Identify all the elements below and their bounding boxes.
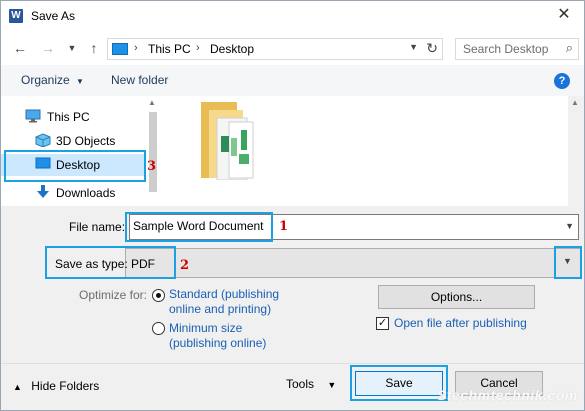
file-list [161,96,568,206]
file-name-label: File name: [69,220,126,234]
options-button[interactable]: Options... [378,285,535,309]
desktop-highlight-box [4,150,146,182]
breadcrumb-separator-icon[interactable]: › [196,42,200,54]
sidebar-item-downloads[interactable]: Downloads [1,182,146,204]
address-dropdown-icon[interactable]: ▼ [409,42,418,52]
recent-locations-chevron-icon[interactable]: ▼ [63,39,81,57]
organize-label: Organize [21,73,70,87]
tools-label: Tools [286,377,315,391]
optimize-for-label: Optimize for: [79,288,148,302]
sidebar-item-label: Downloads [56,186,116,200]
word-app-icon: W [9,9,23,23]
back-arrow-icon[interactable]: ← [11,39,29,57]
footer-divider [1,363,584,364]
collapse-chevron-icon: ▲ [13,382,22,392]
minimum-size-radio[interactable] [152,322,165,335]
file-list-scrollbar[interactable]: ▲ [568,96,584,206]
step-1-marker: 1 [279,219,289,234]
search-input[interactable]: Search Desktop ⌕ [455,38,579,60]
scroll-thumb[interactable] [149,112,157,192]
save-as-type-value[interactable]: PDF [131,257,155,271]
step-3-marker: 3 [147,159,157,174]
sidebar-item-label: 3D Objects [56,134,116,148]
save-type-dropdown-icon[interactable]: ▼ [563,256,572,266]
watermark-text: Stechmtechnik.com [437,387,578,403]
folder-icon[interactable] [199,100,255,180]
search-icon: ⌕ [565,40,573,55]
scroll-up-icon[interactable]: ▲ [148,98,156,107]
scroll-up-icon[interactable]: ▲ [571,98,579,107]
organize-button[interactable]: Organize ▼ [21,73,84,87]
download-arrow-icon [37,185,49,198]
minimum-line-2: (publishing online) [169,336,267,350]
standard-line-1: Standard (publishing [169,287,280,301]
open-after-publishing-label[interactable]: Open file after publishing [394,316,527,331]
address-bar[interactable]: › This PC › Desktop ▼ ↻ [107,38,443,60]
save-as-dialog: W Save As ✕ ← → ▼ ↑ › This PC › Desktop … [0,0,585,411]
file-name-dropdown-icon[interactable]: ▼ [565,221,574,231]
command-bar: Organize ▼ New folder ? [1,65,584,96]
title-bar: W Save As ✕ [1,1,584,31]
breadcrumb-separator-icon[interactable]: › [134,42,138,54]
navigation-scrollbar[interactable]: ▲ [146,96,160,206]
forward-arrow-icon[interactable]: → [39,39,57,57]
help-icon[interactable]: ? [554,73,570,89]
save-as-type-label: Save as type: [55,257,128,271]
file-name-input[interactable]: Sample Word Document [133,219,264,233]
refresh-icon[interactable]: ↻ [426,40,438,57]
sidebar-item-this-pc[interactable]: This PC [1,106,146,128]
save-as-type-select[interactable] [125,248,581,278]
cube-icon [35,133,51,147]
open-after-publishing-checkbox[interactable]: ✓ [376,317,389,330]
minimum-line-1: Minimum size [169,321,243,335]
standard-radio[interactable] [152,289,165,302]
breadcrumb-desktop[interactable]: Desktop [210,42,254,56]
monitor-icon [25,109,41,123]
pc-icon [112,43,128,55]
search-placeholder: Search Desktop [463,42,549,56]
sidebar-item-3d-objects[interactable]: 3D Objects [1,130,146,152]
step-2-marker: 2 [180,258,190,273]
window-title: Save As [31,9,76,23]
hide-folders-label: Hide Folders [31,379,100,393]
standard-line-2: online and printing) [169,302,272,316]
sidebar-item-label: This PC [47,110,90,124]
new-folder-button[interactable]: New folder [111,73,168,87]
save-button[interactable]: Save [355,371,443,396]
tools-menu-button[interactable]: Tools ▼ [286,377,336,391]
up-arrow-icon[interactable]: ↑ [85,39,103,57]
hide-folders-toggle[interactable]: ▲ Hide Folders [13,379,99,393]
breadcrumb-this-pc[interactable]: This PC [148,42,191,56]
close-icon[interactable]: ✕ [554,5,574,25]
standard-option-label[interactable]: Standard (publishing online and printing… [169,287,279,317]
minimum-size-option-label[interactable]: Minimum size (publishing online) [169,321,266,351]
organize-chevron-icon: ▼ [76,77,84,86]
navigation-bar: ← → ▼ ↑ › This PC › Desktop ▼ ↻ Search D… [1,31,584,65]
tools-dropdown-icon: ▼ [327,380,337,390]
